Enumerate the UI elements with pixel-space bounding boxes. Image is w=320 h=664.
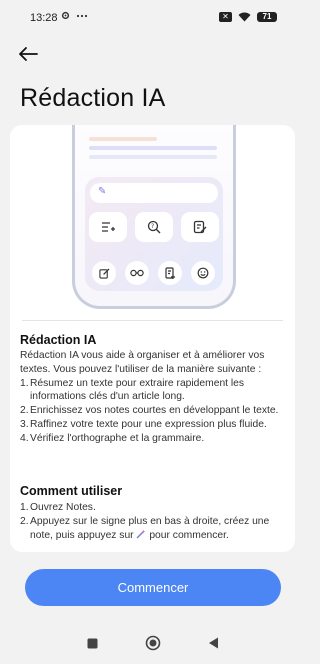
text-line-placeholder bbox=[89, 155, 217, 159]
text-line-placeholder bbox=[89, 146, 217, 150]
list-item: 4. Vérifiez l'orthographe et la grammaire… bbox=[20, 432, 205, 444]
glasses-button bbox=[125, 261, 149, 285]
doc-add-button bbox=[158, 261, 182, 285]
feature-list: 1. Résumez un texte pour extraire rapidem… bbox=[20, 377, 285, 446]
ai-panel: ✎ ? bbox=[85, 177, 223, 291]
text-line-placeholder bbox=[89, 137, 157, 141]
battery-icon: 71 bbox=[257, 12, 277, 22]
wifi-icon bbox=[238, 12, 251, 22]
intro-description: Rédaction IA vous aide à organiser et à … bbox=[20, 350, 265, 375]
smiley-icon bbox=[197, 267, 209, 279]
compose-button bbox=[92, 261, 116, 285]
doc-add-icon bbox=[164, 267, 175, 279]
svg-text:?: ? bbox=[151, 223, 154, 230]
status-notification-icons bbox=[61, 11, 88, 20]
glasses-icon bbox=[130, 269, 144, 277]
edit-note-icon bbox=[193, 220, 207, 234]
intro-title: Rédaction IA bbox=[20, 333, 97, 347]
status-time: 13:28 bbox=[30, 12, 58, 24]
back-button[interactable] bbox=[17, 46, 45, 70]
start-button[interactable]: Commencer bbox=[25, 569, 281, 606]
recents-button[interactable] bbox=[81, 632, 103, 654]
list-add-button bbox=[89, 212, 127, 242]
list-item: 1. Résumez un texte pour extraire rapidem… bbox=[20, 377, 245, 403]
navigation-bar bbox=[0, 620, 305, 664]
status-system-icons: ✕ 71 bbox=[219, 12, 277, 22]
search-question-icon: ? bbox=[147, 220, 161, 234]
settings-icon bbox=[61, 11, 70, 20]
how-to-text: 1. Ouvrez Notes. 2. Appuyez sur le signe p… bbox=[20, 501, 285, 542]
back-arrow-icon bbox=[19, 47, 38, 61]
list-item: 1. Ouvrez Notes. bbox=[20, 502, 96, 513]
ai-input: ✎ bbox=[90, 183, 218, 203]
divider bbox=[22, 320, 283, 321]
feature-illustration: ✎ ? bbox=[10, 125, 295, 315]
recents-icon bbox=[87, 638, 97, 648]
status-bar: 13:28 ✕ 71 bbox=[0, 0, 305, 38]
page-title: Rédaction IA bbox=[20, 84, 166, 112]
how-to-title: Comment utiliser bbox=[20, 484, 123, 498]
phone-mockup: ✎ ? bbox=[72, 125, 236, 309]
ai-wand-icon bbox=[136, 529, 146, 539]
list-item: 3. Raffinez votre texte pour une expressi… bbox=[20, 418, 267, 430]
ai-wand-icon: ✎ bbox=[98, 186, 107, 197]
back-icon bbox=[208, 637, 218, 649]
sim-icon: ✕ bbox=[219, 12, 232, 22]
list-item: 2. Enrichissez vos notes courtes en dével… bbox=[20, 405, 279, 417]
steps-list: 1. Ouvrez Notes. 2. Appuyez sur le signe p… bbox=[20, 501, 285, 542]
list-item: 2. Appuyez sur le signe plus en bas à dro… bbox=[20, 515, 270, 541]
back-nav-button[interactable] bbox=[202, 632, 224, 654]
home-icon bbox=[145, 635, 161, 651]
compose-icon bbox=[98, 267, 110, 279]
info-card: ✎ ? Rédaction IA Rédaction IA vous aide … bbox=[10, 125, 295, 552]
smiley-button bbox=[191, 261, 215, 285]
edit-note-button bbox=[181, 212, 219, 242]
intro-text: Rédaction IA vous aide à organiser et à … bbox=[20, 349, 285, 446]
search-question-button: ? bbox=[135, 212, 173, 242]
list-add-icon bbox=[102, 222, 115, 232]
more-icon bbox=[76, 14, 88, 17]
home-button[interactable] bbox=[142, 632, 164, 654]
